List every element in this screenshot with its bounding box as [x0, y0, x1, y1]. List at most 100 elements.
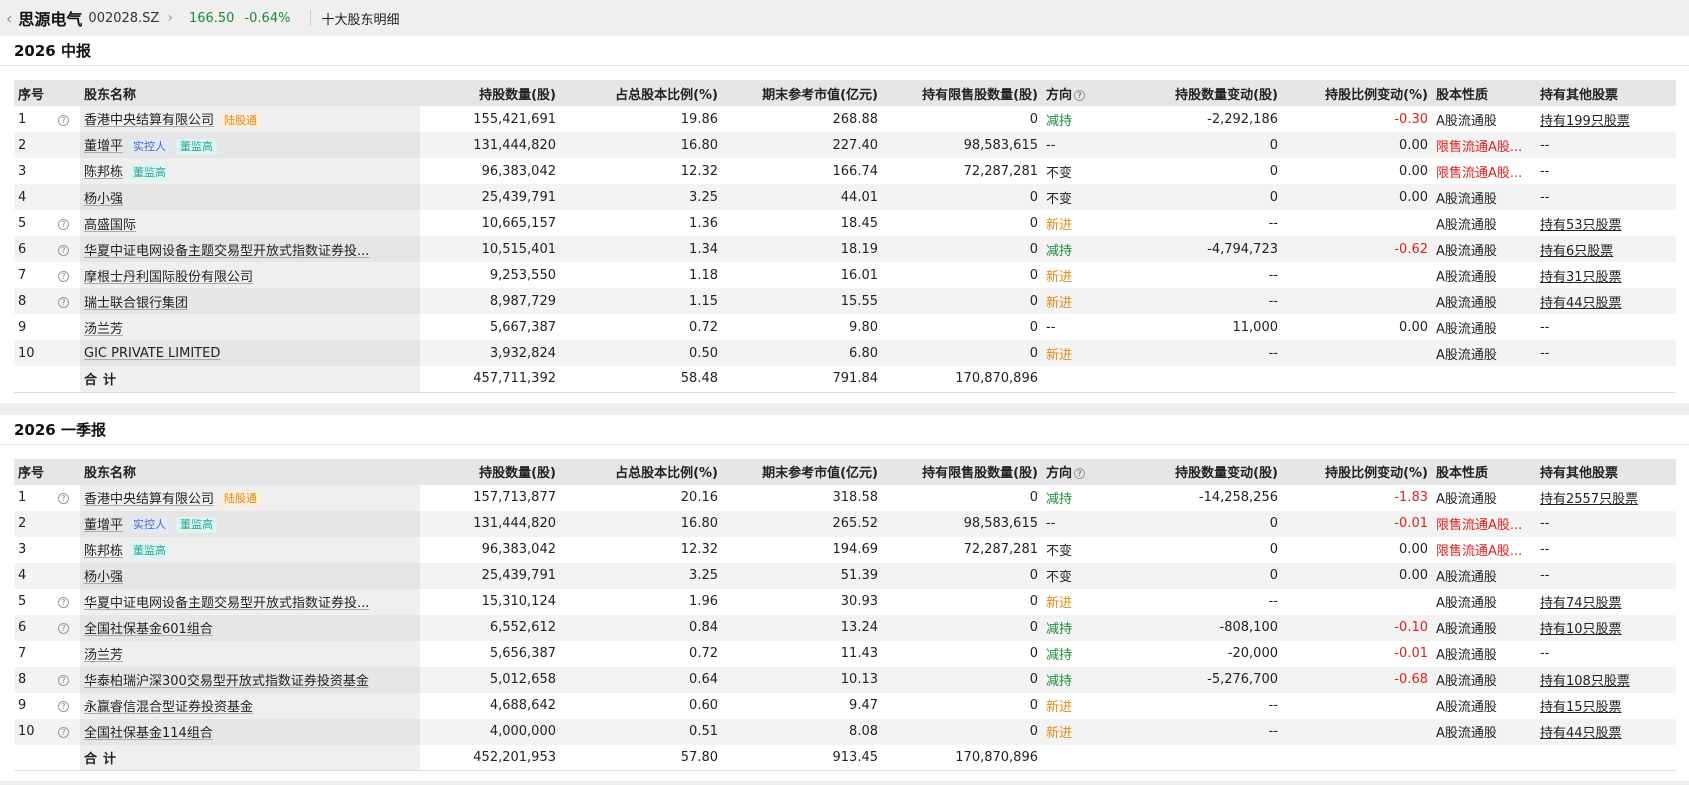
column-header: 序号: [14, 458, 80, 485]
help-icon[interactable]: ?: [58, 244, 69, 256]
other-holdings-link[interactable]: 持有74只股票: [1540, 596, 1622, 611]
shareholder-name-link[interactable]: 华泰柏瑞沪深300交易型开放式指数证券投资基金: [84, 674, 369, 689]
shares-change: 0: [1122, 132, 1282, 158]
other-holdings-link[interactable]: 持有53只股票: [1540, 218, 1622, 233]
shareholder-name-link[interactable]: 高盛国际: [84, 218, 136, 233]
chevron-left-icon[interactable]: ‹: [6, 9, 12, 28]
report-body: 序号 股东名称 持股数量(股) 占总股本比例(%) 期末参考市值(亿元) 持有限售股数量(…: [0, 445, 1689, 782]
index-value: 10: [18, 345, 35, 361]
total-empty: [1122, 366, 1282, 393]
market-value: 9.80: [849, 319, 878, 335]
share-nature: A股流通股: [1432, 614, 1536, 641]
shareholder-name-link[interactable]: 香港中央结算有限公司: [84, 113, 214, 128]
share-ratio: 1.96: [689, 594, 718, 609]
shareholder-name-link[interactable]: 董增平: [84, 518, 123, 533]
other-holdings-link[interactable]: 持有199只股票: [1540, 114, 1630, 129]
share-nature: A股流通股: [1436, 648, 1497, 663]
help-icon[interactable]: ?: [58, 493, 69, 504]
help-icon[interactable]: ?: [58, 623, 69, 634]
total-ratio: 57.80: [560, 744, 722, 771]
help-icon[interactable]: ?: [58, 218, 69, 230]
shares-change: --: [1268, 267, 1278, 283]
other-holdings-link[interactable]: 持有15只股票: [1540, 700, 1622, 715]
shareholder-name-link[interactable]: 华夏中证电网设备主题交易型开放式指数证券投...: [84, 244, 369, 259]
table-row: 3 陈邦栋 董监高 96,383,042 12.32 166.74 72,287,281 不变…: [14, 158, 1676, 184]
row-index: 6?: [14, 236, 80, 262]
column-header: 股东名称: [80, 458, 420, 485]
shareholder-name-link[interactable]: 摩根士丹利国际股份有限公司: [84, 270, 253, 285]
help-icon[interactable]: ?: [58, 270, 69, 282]
shareholder-name-link[interactable]: 永赢睿信混合型证券投资基金: [84, 700, 253, 715]
shares-change: --: [1122, 288, 1282, 314]
shares-held: 131,444,820: [420, 132, 560, 158]
shareholder-name-cell: 华夏中证电网设备主题交易型开放式指数证券投...: [80, 236, 420, 262]
column-header: 持有限售股数量(股): [882, 458, 1042, 485]
shareholder-name-link[interactable]: 杨小强: [84, 570, 123, 585]
ratio-change: [1282, 340, 1432, 366]
shareholder-name-link[interactable]: 汤兰芳: [84, 322, 123, 337]
shareholder-name-cell: 杨小强: [80, 184, 420, 210]
restricted-shares: 0: [1029, 267, 1038, 283]
help-icon[interactable]: ?: [58, 114, 69, 126]
shareholder-name-link[interactable]: 董增平: [84, 139, 123, 154]
shareholder-name-cell: 永赢睿信混合型证券投资基金: [80, 692, 420, 719]
shareholder-name-link[interactable]: 全国社保基金601组合: [84, 622, 213, 637]
help-icon[interactable]: ?: [1074, 468, 1086, 479]
index-value: 6: [18, 241, 27, 257]
shareholder-name-cell: 董增平 实控人 董监高: [80, 132, 420, 158]
other-holdings: --: [1536, 562, 1676, 589]
market-value: 166.74: [832, 163, 879, 179]
shareholder-name-link[interactable]: 陈邦栋: [84, 165, 123, 180]
index-value: 8: [18, 293, 27, 309]
help-icon[interactable]: ?: [58, 296, 69, 308]
table-row: 2 董增平 实控人 董监高 131,444,820 16.80 227.40 98,583,6…: [14, 132, 1676, 158]
total-market-value: 791.84: [722, 366, 882, 393]
chevron-right-icon[interactable]: ›: [167, 10, 173, 26]
shareholder-name-link[interactable]: 陈邦栋: [84, 544, 123, 559]
row-index: 7: [14, 641, 80, 667]
other-holdings-link[interactable]: 持有31只股票: [1540, 270, 1622, 285]
share-ratio: 20.16: [680, 490, 718, 505]
total-index: [14, 366, 80, 393]
direction: 减持: [1046, 113, 1073, 129]
stock-change-pct: -0.64%: [244, 10, 291, 26]
other-holdings-link[interactable]: 持有108只股票: [1540, 674, 1630, 689]
shareholder-name-link[interactable]: 华夏中证电网设备主题交易型开放式指数证券投...: [84, 596, 369, 611]
shareholder-name-cell: 全国社保基金114组合: [80, 718, 420, 745]
shareholder-name-link[interactable]: 汤兰芳: [84, 648, 123, 663]
other-holdings-link[interactable]: 持有44只股票: [1540, 726, 1622, 741]
market-value: 8.08: [722, 718, 882, 745]
market-value: 265.52: [722, 510, 882, 537]
ratio-change: [1282, 288, 1432, 314]
help-icon[interactable]: ?: [58, 701, 69, 712]
other-holdings-link[interactable]: 持有44只股票: [1540, 296, 1622, 311]
direction: 新进: [1046, 269, 1073, 285]
table-row: 7? 摩根士丹利国际股份有限公司 9,253,550 1.18 16.01 0 新进 -- A股…: [14, 262, 1676, 288]
shareholder-name-link[interactable]: 瑞士联合银行集团: [84, 296, 188, 311]
total-empty: [1122, 744, 1282, 771]
total-empty: [1282, 366, 1432, 393]
shareholder-name-link[interactable]: GIC PRIVATE LIMITED: [84, 346, 220, 361]
ratio-change: -0.30: [1394, 111, 1428, 127]
top-bar: ‹ 思源电气 002028.SZ › 166.50 -0.64% 十大股东明细: [0, 0, 1689, 36]
other-holdings-link[interactable]: 持有10只股票: [1540, 622, 1622, 637]
help-icon[interactable]: ?: [1074, 89, 1086, 101]
help-icon[interactable]: ?: [58, 675, 69, 686]
shareholder-name-cell: 杨小强: [80, 562, 420, 589]
row-index: 10?: [14, 718, 80, 745]
shareholder-tag: 实控人: [129, 517, 171, 534]
restricted-shares: 0: [1029, 594, 1038, 609]
shareholder-name-link[interactable]: 杨小强: [84, 192, 123, 207]
total-index: [14, 744, 80, 771]
shareholder-name-link[interactable]: 全国社保基金114组合: [84, 726, 213, 741]
shareholder-name-link[interactable]: 香港中央结算有限公司: [84, 492, 214, 507]
total-empty: [1042, 366, 1122, 393]
shares-held: 96,383,042: [481, 163, 556, 179]
shares-held: 4,000,000: [420, 718, 560, 745]
column-header: 持股比例变动(%): [1282, 458, 1432, 485]
other-holdings-link[interactable]: 持有6只股票: [1540, 244, 1613, 259]
help-icon[interactable]: ?: [58, 727, 69, 738]
shareholder-name-cell: 摩根士丹利国际股份有限公司: [80, 262, 420, 288]
other-holdings-link[interactable]: 持有2557只股票: [1540, 492, 1638, 507]
help-icon[interactable]: ?: [58, 597, 69, 608]
